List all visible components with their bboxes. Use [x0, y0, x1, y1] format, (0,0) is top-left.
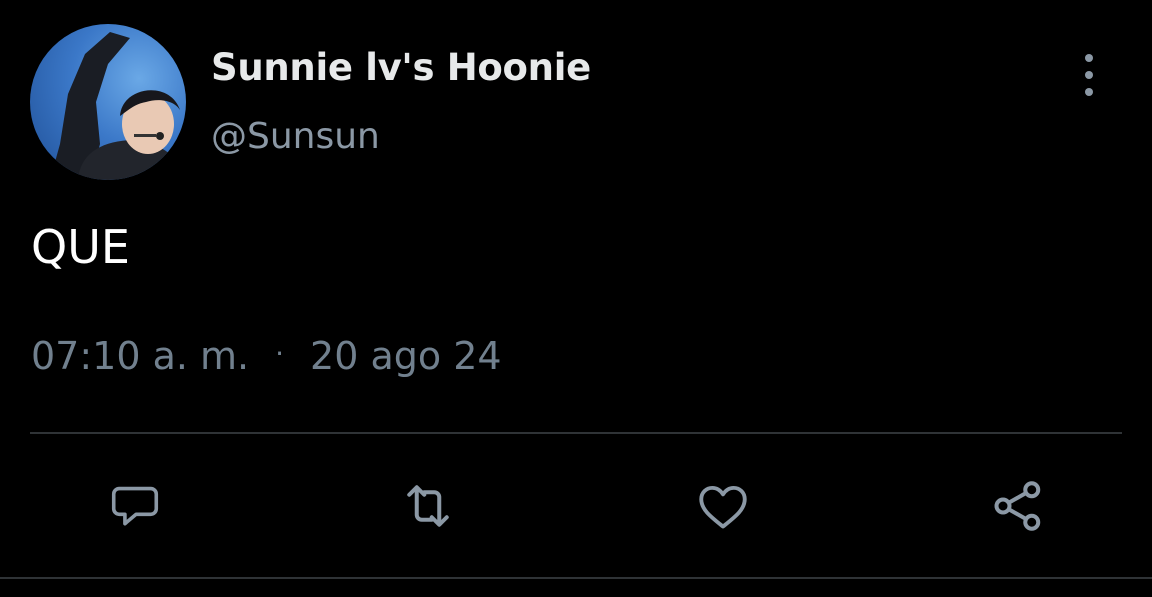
- more-options-dot: [1085, 71, 1093, 79]
- like-button[interactable]: [693, 476, 753, 536]
- divider: [30, 432, 1122, 434]
- more-options-button[interactable]: [1072, 54, 1106, 96]
- retweet-arrows-icon: [407, 485, 449, 527]
- avatar[interactable]: [30, 24, 186, 180]
- username-handle[interactable]: @Sunsun: [211, 116, 380, 157]
- tweet-text: QUE: [31, 220, 130, 274]
- retweet-button[interactable]: [398, 476, 458, 536]
- share-button[interactable]: [988, 476, 1048, 536]
- display-name[interactable]: Sunnie lv's Hoonie: [211, 46, 591, 89]
- tweet-date[interactable]: 20 ago 24: [310, 334, 502, 378]
- tweet-time[interactable]: 07:10 a. m.: [31, 334, 249, 378]
- heart-icon: [699, 485, 747, 529]
- more-options-icon: [1085, 54, 1093, 62]
- bottom-divider: [0, 577, 1152, 579]
- more-options-dot: [1085, 88, 1093, 96]
- tweet-metadata: 07:10 a. m. · 20 ago 24: [31, 334, 502, 378]
- reply-button[interactable]: [105, 476, 165, 536]
- speech-bubble-icon: [111, 486, 159, 526]
- avatar-image: [50, 32, 186, 180]
- share-nodes-icon: [994, 481, 1041, 531]
- meta-separator: ·: [275, 336, 285, 370]
